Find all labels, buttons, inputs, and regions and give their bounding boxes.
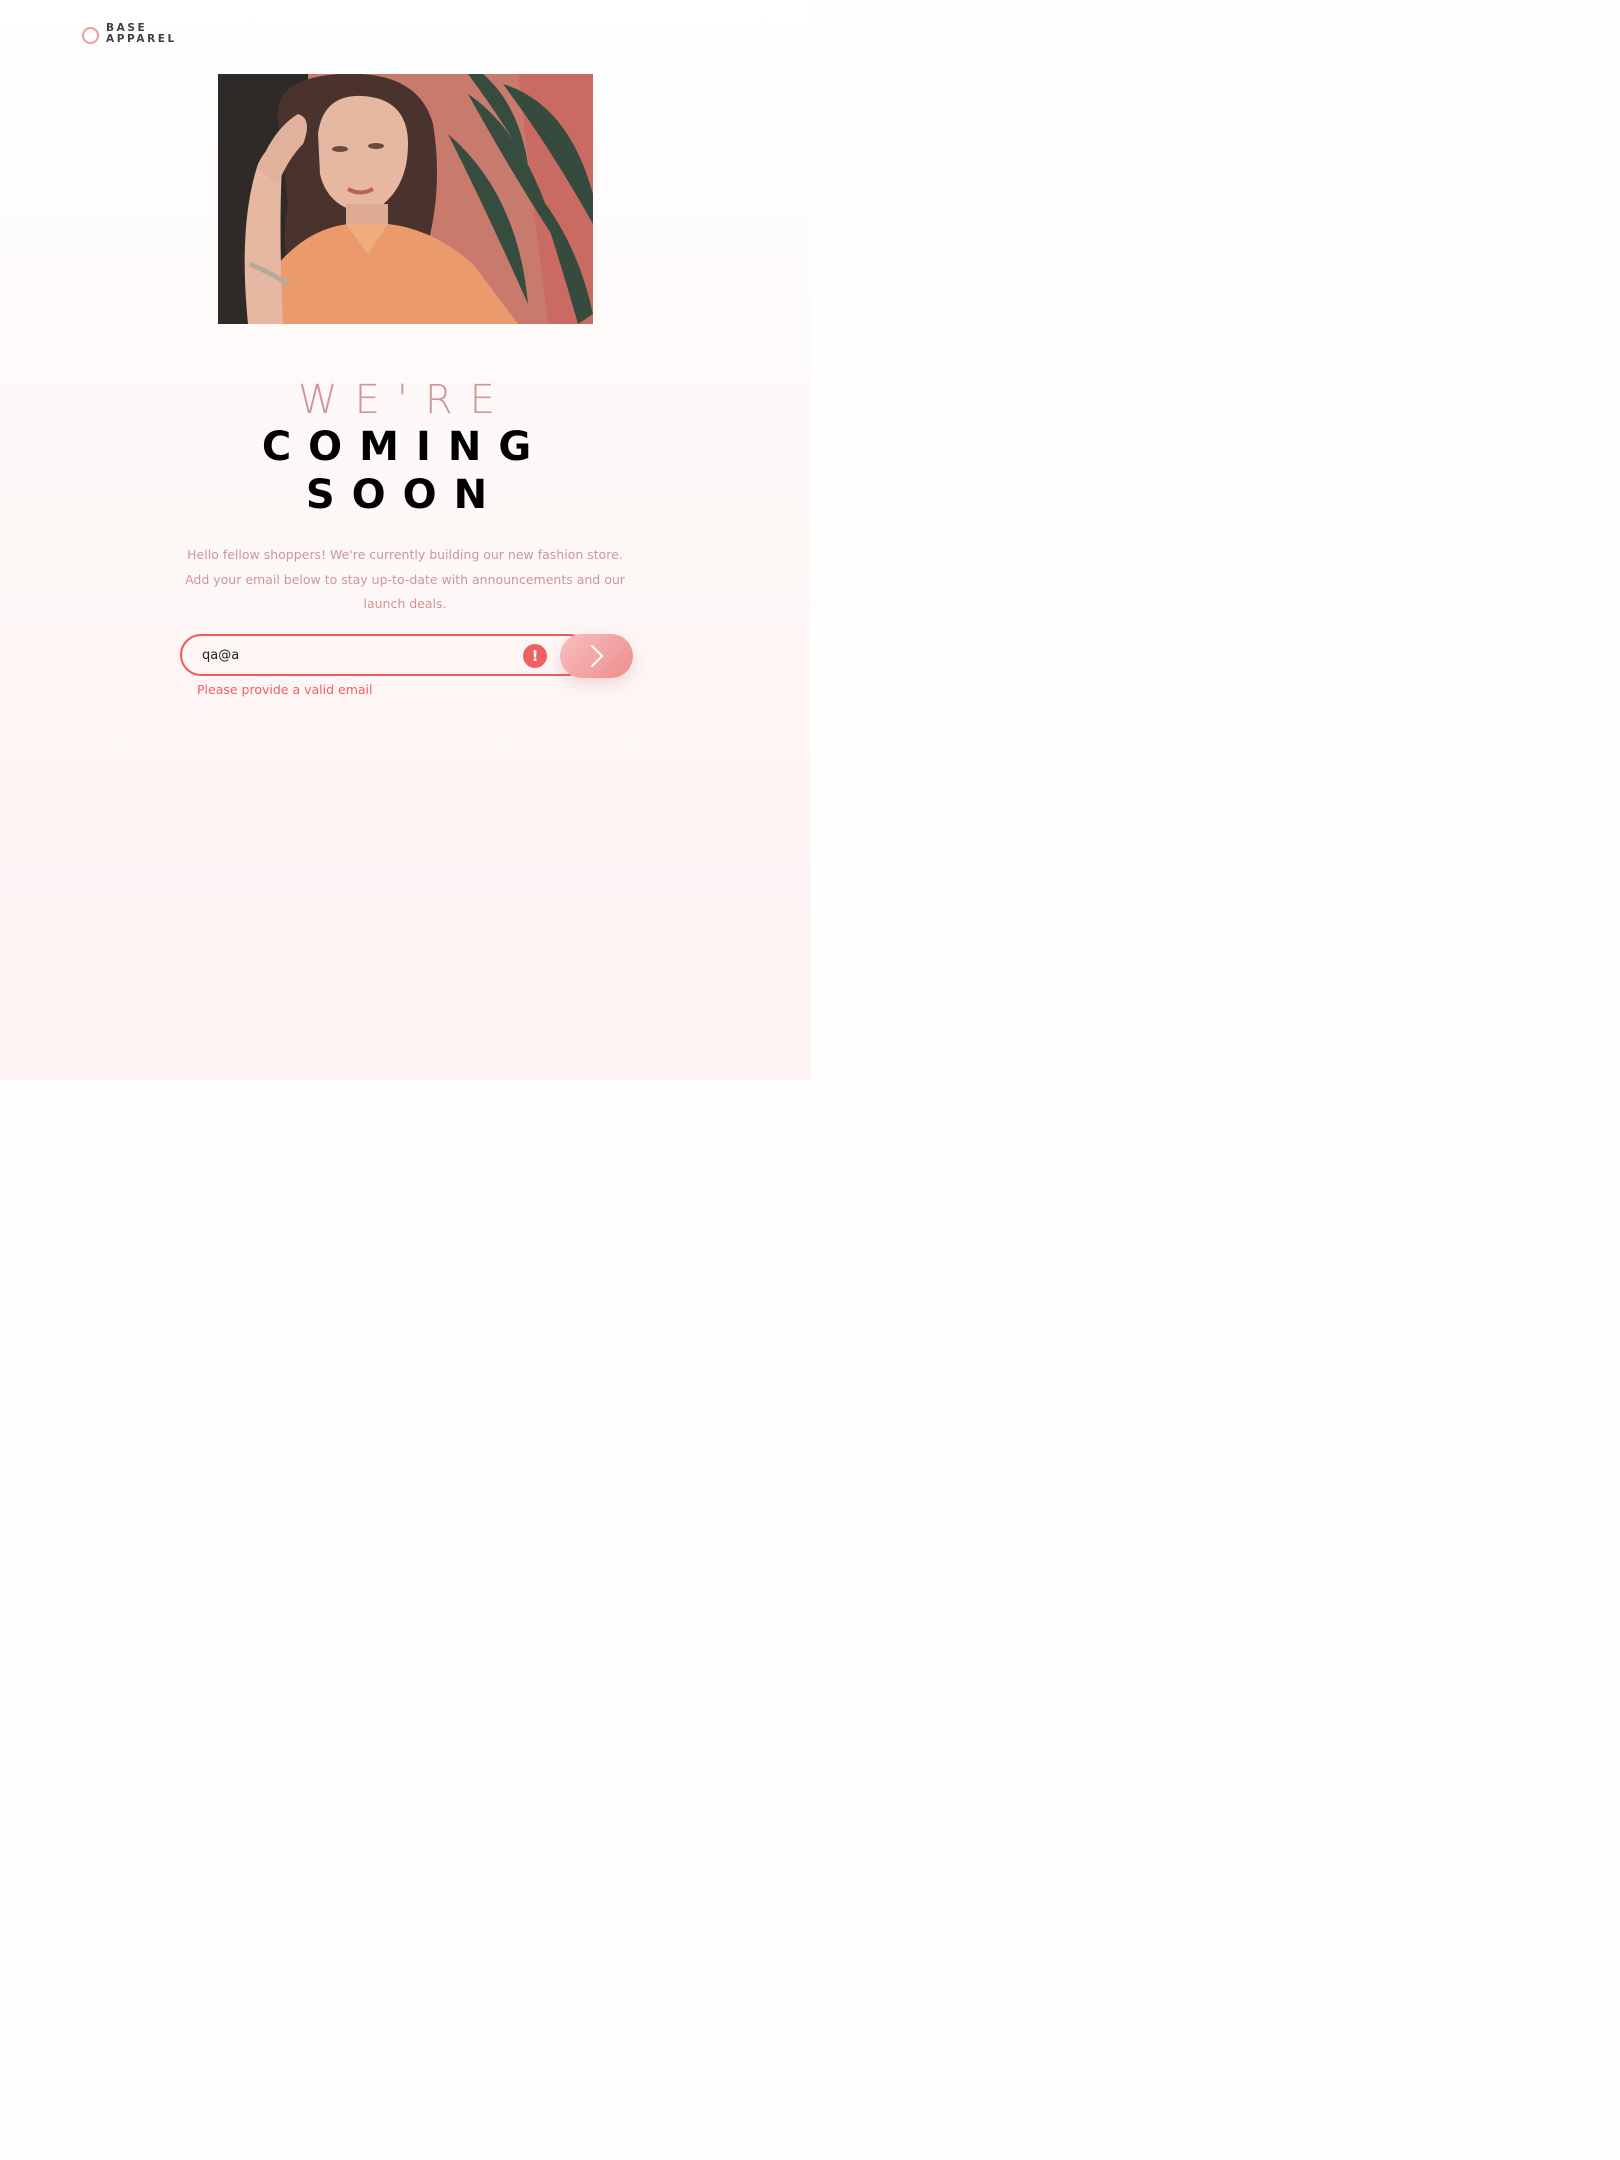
circle-logo-icon <box>82 26 99 44</box>
submit-button[interactable] <box>560 634 633 678</box>
email-signup-form: ! <box>180 634 633 678</box>
page-background: BASE APPAREL WE'RE COMING SOON Hello fel… <box>0 0 810 1080</box>
brand-logo[interactable]: BASE APPAREL <box>82 23 177 45</box>
email-error-message: Please provide a valid email <box>197 682 373 697</box>
headline-bold-line-1: COMING <box>261 424 549 470</box>
hero-image <box>218 74 593 324</box>
brand-wordmark: BASE APPAREL <box>106 23 177 45</box>
headline-light: WE'RE <box>298 377 512 423</box>
description-text: Hello fellow shoppers! We're currently b… <box>185 547 625 611</box>
headline-bold-line-2: SOON <box>305 472 505 518</box>
chevron-right-icon <box>590 645 603 667</box>
error-alert-icon: ! <box>523 644 547 668</box>
brand-line-2: APPAREL <box>106 33 177 45</box>
